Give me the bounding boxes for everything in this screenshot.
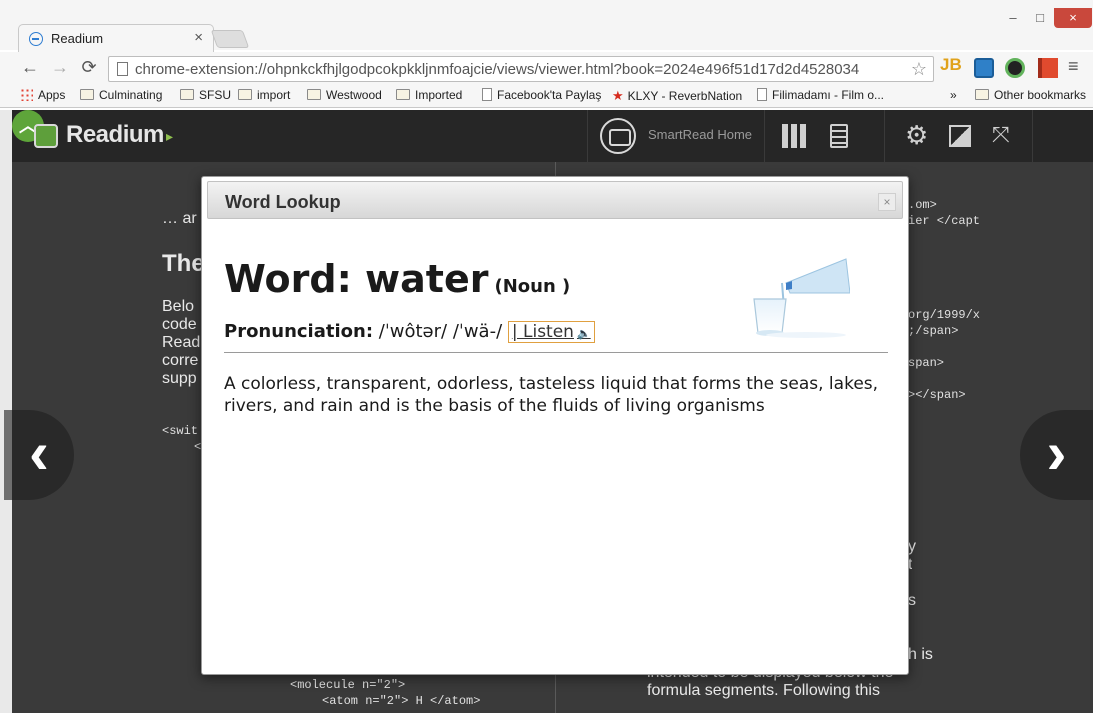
folder-icon <box>238 89 252 100</box>
bookmark-apps[interactable]: Apps <box>20 88 65 102</box>
toolbar-divider <box>587 110 588 162</box>
bookmark-star-icon[interactable]: ☆ <box>911 59 927 80</box>
address-bar[interactable]: chrome-extension://ohpnkckfhjlgodpcokpkk… <box>108 56 934 82</box>
folder-icon <box>307 89 321 100</box>
page-text: corre <box>162 352 199 369</box>
page-text: supp <box>162 370 197 387</box>
close-window-button[interactable]: × <box>1054 8 1092 28</box>
page-text: y <box>908 538 916 555</box>
page-text: h is <box>908 646 933 663</box>
word-value: water <box>365 257 489 301</box>
toolbar-divider <box>1032 110 1033 162</box>
page-text: s <box>908 592 916 609</box>
code-line: .om> <box>908 198 937 212</box>
bookmark-westwood[interactable]: Westwood <box>307 88 382 102</box>
pronunciation-label: Pronunciation: <box>224 321 374 342</box>
bookmark-sfsu[interactable]: SFSU <box>180 88 231 102</box>
library-icon[interactable] <box>782 124 808 148</box>
apps-icon <box>20 88 33 101</box>
code-line: <molecule n="2"> <box>290 678 406 692</box>
definition-text: A colorless, transparent, odorless, tast… <box>224 374 879 416</box>
folder-icon <box>180 89 194 100</box>
menu-icon[interactable]: ≡ <box>1068 56 1079 77</box>
smartread-book-icon[interactable] <box>600 118 636 154</box>
logo-caret-icon[interactable]: ▸ <box>166 128 173 145</box>
divider <box>224 352 888 353</box>
code-line: ></span> <box>908 388 966 402</box>
listen-label: | Listen <box>511 322 574 342</box>
table-of-contents-icon[interactable] <box>830 124 848 148</box>
page-icon <box>757 88 767 101</box>
readium-logo[interactable]: Readium <box>66 121 164 149</box>
reload-icon[interactable]: ⟳ <box>77 57 101 78</box>
bookmark-imported[interactable]: Imported <box>396 88 462 102</box>
gear-icon[interactable]: ⚙ <box>905 120 931 150</box>
contrast-icon[interactable] <box>949 125 971 147</box>
bookmark-filimadami[interactable]: Filimadamı - Film o... <box>757 88 884 102</box>
word-prefix: Word: <box>224 257 366 301</box>
page-text: formula segments. Following this <box>647 682 880 699</box>
bookmark-other[interactable]: Other bookmarks <box>975 88 1086 102</box>
code-line: ier </capt <box>908 214 981 228</box>
camera-extension-icon[interactable] <box>1005 58 1025 78</box>
listen-button[interactable]: | Listen 🔈 <box>507 321 595 343</box>
page-heading: The <box>162 250 205 277</box>
bookmark-import[interactable]: import <box>238 88 290 102</box>
word-lookup-dialog: Word Lookup × Word: water (Noun ) Pronunc… <box>201 176 909 675</box>
bookmark-extension-icon[interactable] <box>1038 58 1058 78</box>
page-icon <box>482 88 492 101</box>
toolbar-divider <box>764 110 765 162</box>
star-icon: ★ <box>612 88 624 103</box>
readium-logo-icon <box>34 124 58 148</box>
minimize-button[interactable]: – <box>1000 8 1026 28</box>
pronunciation-text: /ˈwôtər/ /ˈwä-/ <box>373 321 508 342</box>
bookmark-culminating[interactable]: Culminating <box>80 88 162 102</box>
bookmarks-overflow-button[interactable]: » <box>950 88 957 102</box>
word-heading: Word: water (Noun ) <box>224 257 570 301</box>
image-extension-icon[interactable] <box>974 58 994 78</box>
new-tab-button[interactable] <box>210 30 250 48</box>
toolbar-divider <box>884 110 885 162</box>
back-arrow-icon[interactable]: ← <box>18 57 42 78</box>
folder-icon <box>975 89 989 100</box>
smartread-home-link[interactable]: SmartRead Home <box>648 127 752 142</box>
maximize-button[interactable]: □ <box>1027 8 1053 28</box>
page-text: … ar <box>162 210 197 227</box>
speaker-icon: 🔈 <box>576 327 591 340</box>
water-bottle-image <box>746 253 850 339</box>
folder-icon <box>396 89 410 100</box>
browser-chrome: Readium × – □ × ← → ⟳ chrome-extension:/… <box>0 0 1093 110</box>
code-line: org/1999/x <box>908 308 981 322</box>
tab-title: Readium <box>51 31 104 46</box>
bookmark-facebook[interactable]: Facebook'ta Paylaş <box>482 88 601 102</box>
browser-toolbar: ← → ⟳ chrome-extension://ohpnkckfhjlgodp… <box>0 52 1093 84</box>
page-icon <box>117 62 128 76</box>
bookmarks-bar: Apps Culminating SFSU import Westwood Im… <box>0 84 1093 108</box>
forward-arrow-icon[interactable]: → <box>48 57 72 78</box>
pronunciation-line: Pronunciation: /ˈwôtər/ /ˈwä-/ | Listen 🔈 <box>224 321 595 343</box>
dialog-close-button[interactable]: × <box>878 193 896 211</box>
part-of-speech: (Noun ) <box>494 276 571 297</box>
jb-extension-icon[interactable]: JB <box>940 55 962 75</box>
code-line: <swit <box>162 424 199 438</box>
bookmark-klxy[interactable]: ★ KLXY - ReverbNation <box>612 88 742 104</box>
tab-close-icon[interactable]: × <box>194 29 203 46</box>
globe-icon <box>29 32 43 46</box>
folder-icon <box>80 89 94 100</box>
page-text: code <box>162 316 197 333</box>
code-line: span> <box>908 356 945 370</box>
reader-toolbar: Readium ▸ SmartRead Home ⚙ ⤧ ︿ <box>12 110 1093 162</box>
page-text: Belo <box>162 298 195 315</box>
code-line: ;/span> <box>908 324 959 338</box>
fullscreen-icon[interactable]: ⤧ <box>992 122 1018 147</box>
browser-tab[interactable]: Readium × <box>18 24 214 52</box>
dialog-header: Word Lookup × <box>207 181 903 219</box>
url-text[interactable]: chrome-extension://ohpnkckfhjlgodpcokpkk… <box>135 61 905 78</box>
page-text: Read <box>162 334 201 351</box>
code-line: <atom n="2"> H </atom> <box>322 694 481 708</box>
dialog-title: Word Lookup <box>225 192 341 212</box>
